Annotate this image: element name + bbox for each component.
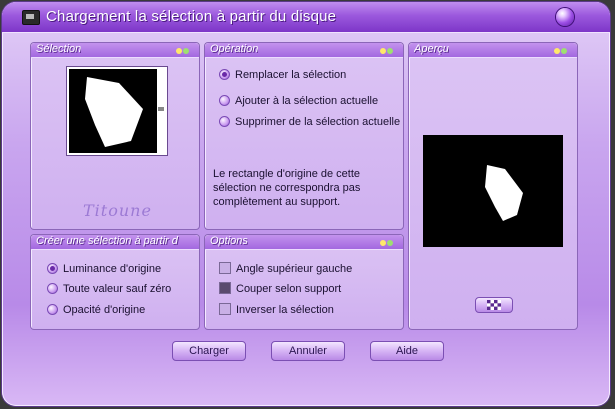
preview-shape — [485, 165, 523, 221]
radio-opacity-label: Opacité d'origine — [63, 304, 146, 316]
panel-header: Sélection — [31, 43, 199, 58]
panel-title: Créer une sélection à partir d — [36, 235, 178, 247]
radio-nonzero[interactable]: Toute valeur sauf zéro — [47, 282, 172, 295]
dialog-window: Chargement la sélection à partir du disq… — [2, 2, 610, 406]
panel-title: Opération — [210, 43, 259, 55]
panel-options: Options Angle supérieur gauche Couper se… — [204, 234, 404, 330]
preview-toggle-button[interactable] — [475, 297, 513, 313]
radio-add[interactable]: Ajouter à la sélection actuelle — [219, 94, 379, 107]
radio-nonzero-indicator[interactable] — [47, 282, 58, 294]
radio-subtract-label: Supprimer de la sélection actuelle — [235, 116, 401, 128]
radio-replace-label: Remplacer la sélection — [235, 69, 347, 81]
radio-luminance-label: Luminance d'origine — [63, 263, 162, 275]
panel-title: Options — [210, 235, 248, 247]
checkbox-top-left[interactable]: Angle supérieur gauche — [219, 262, 353, 275]
radio-replace[interactable]: Remplacer la sélection — [219, 68, 347, 81]
checkbox-crop[interactable]: Couper selon support — [219, 282, 342, 295]
radio-luminance-indicator[interactable] — [47, 262, 58, 274]
panel-title: Sélection — [36, 43, 82, 55]
panel-apercu: Aperçu — [408, 42, 578, 330]
panel-creer: Créer une sélection à partir d Luminance… — [30, 234, 200, 330]
panel-dots-icon — [553, 46, 573, 54]
app-icon — [22, 10, 40, 25]
panel-header: Opération — [205, 43, 403, 58]
load-button[interactable]: Charger — [172, 341, 246, 361]
panel-dots-icon — [379, 238, 399, 246]
panel-header: Aperçu — [409, 43, 577, 58]
checkbox-crop-box[interactable] — [219, 282, 231, 295]
selection-thumbnail[interactable] — [67, 67, 167, 155]
panel-header: Créer une sélection à partir d — [31, 235, 199, 250]
radio-opacity-indicator[interactable] — [47, 303, 58, 315]
panel-dots-icon — [379, 46, 399, 54]
checkbox-crop-label: Couper selon support — [236, 283, 342, 295]
radio-opacity[interactable]: Opacité d'origine — [47, 303, 146, 316]
close-orb-icon[interactable] — [556, 8, 574, 26]
panel-operation: Opération Remplacer la sélection Ajouter… — [204, 42, 404, 230]
radio-add-label: Ajouter à la sélection actuelle — [235, 95, 379, 107]
checkbox-invert[interactable]: Inverser la sélection — [219, 303, 334, 316]
panel-header: Options — [205, 235, 403, 250]
checkbox-invert-box[interactable] — [219, 303, 231, 316]
radio-replace-indicator[interactable] — [219, 68, 230, 80]
panel-title: Aperçu — [414, 43, 449, 55]
panel-dots-icon — [175, 46, 195, 54]
checker-icon — [487, 300, 501, 311]
panel-selection: Sélection Titoune — [30, 42, 200, 230]
title-bar[interactable]: Chargement la sélection à partir du disq… — [2, 2, 610, 33]
radio-luminance[interactable]: Luminance d'origine — [47, 262, 162, 275]
checkbox-invert-label: Inverser la sélection — [236, 304, 334, 316]
window-title: Chargement la sélection à partir du disq… — [46, 8, 337, 25]
radio-subtract-indicator[interactable] — [219, 115, 230, 127]
cancel-button[interactable]: Annuler — [271, 341, 345, 361]
radio-add-indicator[interactable] — [219, 94, 230, 106]
operation-note: Le rectangle d'origine de cette sélectio… — [213, 168, 361, 208]
watermark-text: Titoune — [83, 201, 152, 220]
checkbox-top-left-box[interactable] — [219, 262, 231, 275]
selection-shape — [85, 69, 165, 153]
radio-nonzero-label: Toute valeur sauf zéro — [63, 283, 172, 295]
radio-subtract[interactable]: Supprimer de la sélection actuelle — [219, 115, 401, 128]
preview-image — [423, 135, 563, 247]
help-button[interactable]: Aide — [370, 341, 444, 361]
checkbox-top-left-label: Angle supérieur gauche — [236, 263, 353, 275]
